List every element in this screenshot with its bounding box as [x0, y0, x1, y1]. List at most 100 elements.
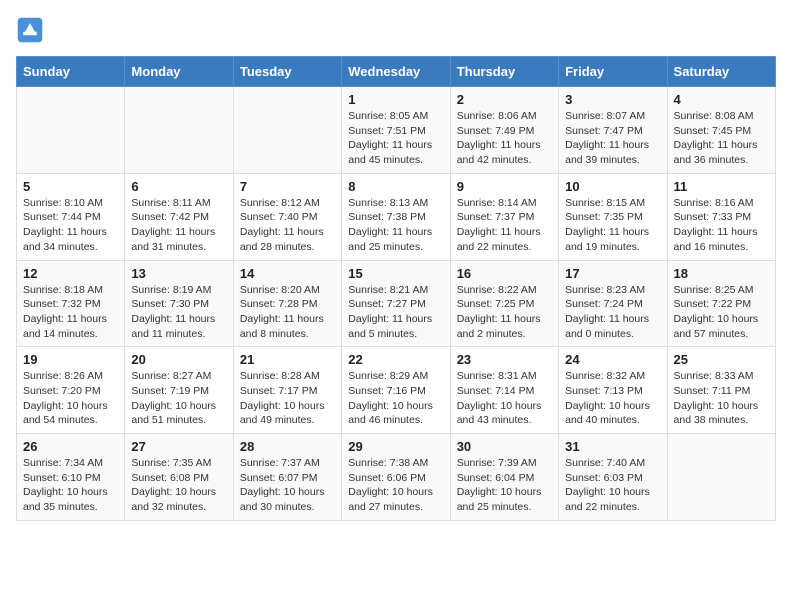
- calendar-cell: 17 Sunrise: 8:23 AMSunset: 7:24 PMDayligh…: [559, 260, 667, 347]
- calendar-cell: 18 Sunrise: 8:25 AMSunset: 7:22 PMDayligh…: [667, 260, 775, 347]
- cell-info: Sunrise: 8:25 AMSunset: 7:22 PMDaylight:…: [674, 283, 769, 342]
- calendar-cell: 8 Sunrise: 8:13 AMSunset: 7:38 PMDaylight…: [342, 173, 450, 260]
- calendar-cell: 22 Sunrise: 8:29 AMSunset: 7:16 PMDayligh…: [342, 347, 450, 434]
- cell-info: Sunrise: 8:32 AMSunset: 7:13 PMDaylight:…: [565, 369, 660, 428]
- day-number: 30: [457, 439, 552, 454]
- calendar-cell: 5 Sunrise: 8:10 AMSunset: 7:44 PMDaylight…: [17, 173, 125, 260]
- calendar-cell: 1 Sunrise: 8:05 AMSunset: 7:51 PMDaylight…: [342, 87, 450, 174]
- calendar-cell: 23 Sunrise: 8:31 AMSunset: 7:14 PMDayligh…: [450, 347, 558, 434]
- day-number: 28: [240, 439, 335, 454]
- day-number: 12: [23, 266, 118, 281]
- cell-info: Sunrise: 8:11 AMSunset: 7:42 PMDaylight:…: [131, 196, 226, 255]
- day-number: 17: [565, 266, 660, 281]
- cell-info: Sunrise: 8:19 AMSunset: 7:30 PMDaylight:…: [131, 283, 226, 342]
- day-number: 10: [565, 179, 660, 194]
- cell-info: Sunrise: 8:22 AMSunset: 7:25 PMDaylight:…: [457, 283, 552, 342]
- day-number: 29: [348, 439, 443, 454]
- day-number: 21: [240, 352, 335, 367]
- cell-info: Sunrise: 8:23 AMSunset: 7:24 PMDaylight:…: [565, 283, 660, 342]
- day-number: 26: [23, 439, 118, 454]
- cell-info: Sunrise: 8:13 AMSunset: 7:38 PMDaylight:…: [348, 196, 443, 255]
- day-number: 16: [457, 266, 552, 281]
- cell-info: Sunrise: 8:10 AMSunset: 7:44 PMDaylight:…: [23, 196, 118, 255]
- day-number: 18: [674, 266, 769, 281]
- calendar-cell: 21 Sunrise: 8:28 AMSunset: 7:17 PMDayligh…: [233, 347, 341, 434]
- calendar-cell: 14 Sunrise: 8:20 AMSunset: 7:28 PMDayligh…: [233, 260, 341, 347]
- day-number: 11: [674, 179, 769, 194]
- day-header-thursday: Thursday: [450, 57, 558, 87]
- day-number: 19: [23, 352, 118, 367]
- logo-icon: [16, 16, 44, 44]
- calendar-cell: 11 Sunrise: 8:16 AMSunset: 7:33 PMDayligh…: [667, 173, 775, 260]
- calendar-table: SundayMondayTuesdayWednesdayThursdayFrid…: [16, 56, 776, 521]
- cell-info: Sunrise: 8:31 AMSunset: 7:14 PMDaylight:…: [457, 369, 552, 428]
- calendar-cell: 19 Sunrise: 8:26 AMSunset: 7:20 PMDayligh…: [17, 347, 125, 434]
- cell-info: Sunrise: 8:06 AMSunset: 7:49 PMDaylight:…: [457, 109, 552, 168]
- day-number: 2: [457, 92, 552, 107]
- day-header-saturday: Saturday: [667, 57, 775, 87]
- cell-info: Sunrise: 7:40 AMSunset: 6:03 PMDaylight:…: [565, 456, 660, 515]
- day-number: 22: [348, 352, 443, 367]
- cell-info: Sunrise: 8:26 AMSunset: 7:20 PMDaylight:…: [23, 369, 118, 428]
- calendar-cell: 2 Sunrise: 8:06 AMSunset: 7:49 PMDaylight…: [450, 87, 558, 174]
- logo: [16, 16, 48, 44]
- calendar-cell: [233, 87, 341, 174]
- calendar-cell: 9 Sunrise: 8:14 AMSunset: 7:37 PMDaylight…: [450, 173, 558, 260]
- calendar-cell: 24Sunrise: 8:32 AMSunset: 7:13 PMDayligh…: [559, 347, 667, 434]
- cell-info: Sunrise: 8:20 AMSunset: 7:28 PMDaylight:…: [240, 283, 335, 342]
- week-row-1: 1 Sunrise: 8:05 AMSunset: 7:51 PMDaylight…: [17, 87, 776, 174]
- calendar-body: 1 Sunrise: 8:05 AMSunset: 7:51 PMDaylight…: [17, 87, 776, 521]
- calendar-cell: 29 Sunrise: 7:38 AMSunset: 6:06 PMDayligh…: [342, 434, 450, 521]
- day-number: 8: [348, 179, 443, 194]
- cell-info: Sunrise: 7:37 AMSunset: 6:07 PMDaylight:…: [240, 456, 335, 515]
- cell-info: Sunrise: 8:14 AMSunset: 7:37 PMDaylight:…: [457, 196, 552, 255]
- cell-info: Sunrise: 8:16 AMSunset: 7:33 PMDaylight:…: [674, 196, 769, 255]
- day-number: 23: [457, 352, 552, 367]
- cell-info: Sunrise: 8:08 AMSunset: 7:45 PMDaylight:…: [674, 109, 769, 168]
- day-header-tuesday: Tuesday: [233, 57, 341, 87]
- calendar-cell: 10 Sunrise: 8:15 AMSunset: 7:35 PMDayligh…: [559, 173, 667, 260]
- cell-info: Sunrise: 8:29 AMSunset: 7:16 PMDaylight:…: [348, 369, 443, 428]
- cell-info: Sunrise: 8:21 AMSunset: 7:27 PMDaylight:…: [348, 283, 443, 342]
- cell-info: Sunrise: 7:38 AMSunset: 6:06 PMDaylight:…: [348, 456, 443, 515]
- calendar-cell: 12 Sunrise: 8:18 AMSunset: 7:32 PMDayligh…: [17, 260, 125, 347]
- day-number: 7: [240, 179, 335, 194]
- day-number: 14: [240, 266, 335, 281]
- day-number: 1: [348, 92, 443, 107]
- week-row-2: 5 Sunrise: 8:10 AMSunset: 7:44 PMDaylight…: [17, 173, 776, 260]
- cell-info: Sunrise: 8:15 AMSunset: 7:35 PMDaylight:…: [565, 196, 660, 255]
- week-row-4: 19 Sunrise: 8:26 AMSunset: 7:20 PMDayligh…: [17, 347, 776, 434]
- cell-info: Sunrise: 8:05 AMSunset: 7:51 PMDaylight:…: [348, 109, 443, 168]
- calendar-cell: 13 Sunrise: 8:19 AMSunset: 7:30 PMDayligh…: [125, 260, 233, 347]
- day-number: 4: [674, 92, 769, 107]
- calendar-cell: 31 Sunrise: 7:40 AMSunset: 6:03 PMDayligh…: [559, 434, 667, 521]
- day-number: 13: [131, 266, 226, 281]
- calendar-cell: 16 Sunrise: 8:22 AMSunset: 7:25 PMDayligh…: [450, 260, 558, 347]
- day-number: 3: [565, 92, 660, 107]
- cell-info: Sunrise: 8:18 AMSunset: 7:32 PMDaylight:…: [23, 283, 118, 342]
- calendar-cell: 30 Sunrise: 7:39 AMSunset: 6:04 PMDayligh…: [450, 434, 558, 521]
- day-number: 15: [348, 266, 443, 281]
- days-of-week-row: SundayMondayTuesdayWednesdayThursdayFrid…: [17, 57, 776, 87]
- day-number: 31: [565, 439, 660, 454]
- calendar-cell: 6Sunrise: 8:11 AMSunset: 7:42 PMDaylight…: [125, 173, 233, 260]
- cell-info: Sunrise: 7:39 AMSunset: 6:04 PMDaylight:…: [457, 456, 552, 515]
- calendar-cell: 7 Sunrise: 8:12 AMSunset: 7:40 PMDaylight…: [233, 173, 341, 260]
- calendar-header: SundayMondayTuesdayWednesdayThursdayFrid…: [17, 57, 776, 87]
- week-row-5: 26Sunrise: 7:34 AMSunset: 6:10 PMDayligh…: [17, 434, 776, 521]
- day-header-monday: Monday: [125, 57, 233, 87]
- day-number: 5: [23, 179, 118, 194]
- cell-info: Sunrise: 8:27 AMSunset: 7:19 PMDaylight:…: [131, 369, 226, 428]
- calendar-cell: 3Sunrise: 8:07 AMSunset: 7:47 PMDaylight…: [559, 87, 667, 174]
- calendar-cell: 20Sunrise: 8:27 AMSunset: 7:19 PMDayligh…: [125, 347, 233, 434]
- day-header-sunday: Sunday: [17, 57, 125, 87]
- cell-info: Sunrise: 8:28 AMSunset: 7:17 PMDaylight:…: [240, 369, 335, 428]
- day-header-wednesday: Wednesday: [342, 57, 450, 87]
- calendar-cell: [125, 87, 233, 174]
- day-header-friday: Friday: [559, 57, 667, 87]
- cell-info: Sunrise: 8:12 AMSunset: 7:40 PMDaylight:…: [240, 196, 335, 255]
- day-number: 9: [457, 179, 552, 194]
- cell-info: Sunrise: 7:35 AMSunset: 6:08 PMDaylight:…: [131, 456, 226, 515]
- calendar-cell: 26Sunrise: 7:34 AMSunset: 6:10 PMDayligh…: [17, 434, 125, 521]
- calendar-cell: 28 Sunrise: 7:37 AMSunset: 6:07 PMDayligh…: [233, 434, 341, 521]
